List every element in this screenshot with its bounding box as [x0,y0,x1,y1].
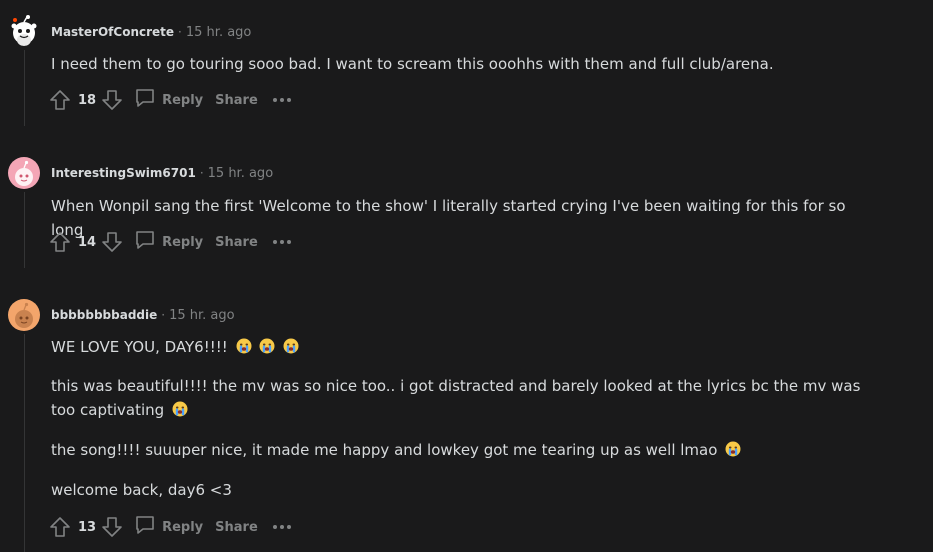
upvote-arrow-icon[interactable] [48,230,72,254]
meta-separator: · [178,25,182,39]
comment-actions: 14 Reply Share [48,229,292,255]
loudly-crying-face-emoji [725,440,741,457]
reply-label: Reply [162,92,204,108]
reply-button[interactable]: Reply [134,87,203,113]
orange-snoo-avatar-icon[interactable] [8,299,40,331]
reply-button[interactable]: Reply [134,229,203,255]
reply-label: Reply [162,234,204,250]
comment-paragraph: the song!!!! suuuper nice, it made me ha… [51,438,873,462]
comment-thread: MasterOfConcrete · 15 hr. ago I need them … [0,0,933,552]
meta-separator: · [161,308,166,322]
comment-time[interactable]: 15 hr. ago [208,166,274,181]
comment-author[interactable]: InterestingSwim6701 [51,166,196,180]
comment-paragraph: WE LOVE YOU, DAY6!!!! [51,335,873,359]
comment-actions: 13 Reply Share [48,514,292,540]
comment: InterestingSwim6701 · 15 hr. ago When Wonp… [0,140,933,282]
comment-paragraph: this was beautiful!!!! the mv was so nic… [51,374,873,422]
comment-time[interactable]: 15 hr. ago [169,308,235,323]
comment-meta: bbbbbbbbaddie · 15 hr. ago [51,307,235,324]
comment: MasterOfConcrete · 15 hr. ago I need them … [0,0,933,140]
share-button[interactable]: Share [215,93,258,108]
comment-meta: InterestingSwim6701 · 15 hr. ago [51,165,273,182]
pink-snoo-avatar-icon[interactable] [8,157,40,189]
speech-bubble-icon [134,514,156,540]
speech-bubble-icon [134,87,156,113]
comment-author[interactable]: MasterOfConcrete [51,25,174,39]
downvote-arrow-icon[interactable] [100,515,124,539]
vote-score: 14 [78,234,97,250]
snoo-avatar-icon[interactable] [8,14,40,46]
speech-bubble-icon [134,229,156,255]
paragraph-text: the song!!!! suuuper nice, it made me ha… [51,441,718,459]
paragraph-text: WE LOVE YOU, DAY6!!!! [51,338,228,356]
ellipsis-icon[interactable] [272,97,292,103]
comment-meta: MasterOfConcrete · 15 hr. ago [51,24,251,41]
comment-time[interactable]: 15 hr. ago [186,25,252,40]
comment: bbbbbbbbaddie · 15 hr. ago WE LOVE YOU, DA… [0,282,933,552]
upvote-arrow-icon[interactable] [48,515,72,539]
share-button[interactable]: Share [215,520,258,535]
downvote-arrow-icon[interactable] [100,230,124,254]
downvote-arrow-icon[interactable] [100,88,124,112]
loudly-crying-face-emoji [283,337,299,354]
share-button[interactable]: Share [215,235,258,250]
comment-author[interactable]: bbbbbbbbaddie [51,308,157,322]
thread-line[interactable] [24,192,25,268]
loudly-crying-face-emoji [236,337,252,354]
loudly-crying-face-emoji [259,337,275,354]
reply-label: Reply [162,519,204,535]
meta-separator: · [199,166,204,180]
ellipsis-icon[interactable] [272,239,292,245]
ellipsis-icon[interactable] [272,524,292,530]
thread-line[interactable] [24,334,25,552]
upvote-arrow-icon[interactable] [48,88,72,112]
paragraph-text: welcome back, day6 <3 [51,481,232,499]
comment-actions: 18 Reply Share [48,87,292,113]
reply-button[interactable]: Reply [134,514,203,540]
comment-text: I need them to go touring sooo bad. I wa… [51,55,774,73]
comment-paragraph: welcome back, day6 <3 [51,478,873,502]
vote-score: 18 [78,92,97,108]
vote-score: 13 [78,519,97,535]
thread-line[interactable] [24,50,25,126]
loudly-crying-face-emoji [172,400,188,417]
